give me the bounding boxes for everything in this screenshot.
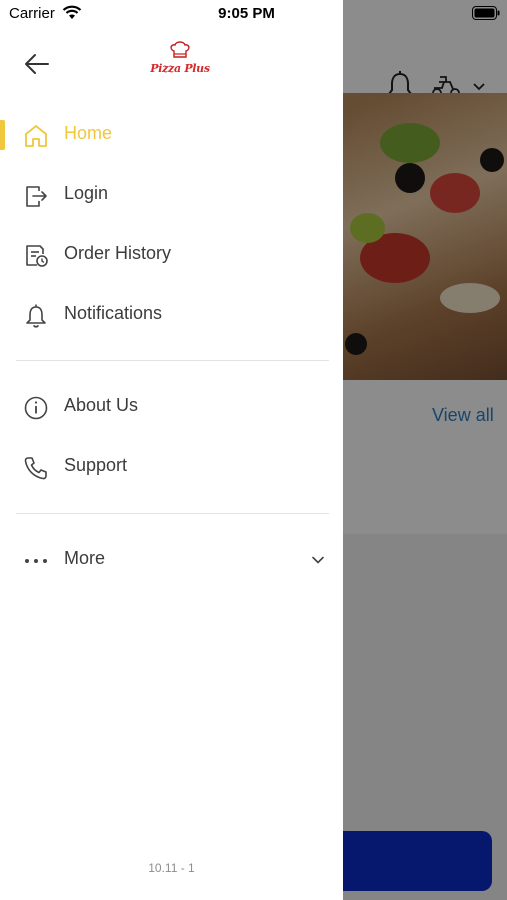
more-dots-icon bbox=[25, 559, 47, 563]
home-icon bbox=[25, 125, 47, 147]
menu-item-order-history[interactable]: Order History bbox=[0, 225, 343, 285]
menu-divider bbox=[16, 513, 329, 514]
menu-item-about-us[interactable]: About Us bbox=[0, 377, 343, 437]
chevron-down-icon[interactable] bbox=[310, 552, 326, 568]
menu-label-notifications: Notifications bbox=[64, 303, 163, 323]
drawer-header: Pizza Plus bbox=[0, 28, 343, 98]
order-history-icon bbox=[26, 245, 48, 267]
phone-icon bbox=[24, 457, 47, 480]
menu-label-about-us: About Us bbox=[64, 395, 139, 415]
battery-icon bbox=[472, 6, 500, 20]
login-icon bbox=[26, 186, 47, 207]
navigation-drawer: Pizza Plus Home Login Order History Noti… bbox=[0, 0, 343, 900]
status-bar: Carrier 9:05 PM bbox=[0, 0, 507, 28]
menu-label-home: Home bbox=[64, 123, 113, 143]
menu-label-order-history: Order History bbox=[64, 243, 172, 263]
status-time: 9:05 PM bbox=[218, 5, 275, 22]
menu-item-support[interactable]: Support bbox=[0, 437, 343, 497]
menu-item-home[interactable]: Home bbox=[0, 105, 343, 165]
menu-label-login: Login bbox=[64, 183, 109, 203]
back-arrow-icon[interactable] bbox=[22, 50, 54, 78]
bell-icon bbox=[26, 304, 46, 328]
menu-item-more[interactable]: More bbox=[0, 530, 343, 590]
menu-item-notifications[interactable]: Notifications bbox=[0, 285, 343, 345]
pizza-plus-logo: Pizza Plus bbox=[150, 41, 210, 81]
menu-label-support: Support bbox=[64, 455, 128, 475]
menu-label-more: More bbox=[64, 548, 106, 568]
menu-item-login[interactable]: Login bbox=[0, 165, 343, 225]
logo-text: Pizza Plus bbox=[150, 62, 210, 75]
chef-hat-icon bbox=[170, 41, 190, 58]
info-icon bbox=[24, 396, 48, 420]
app-version: 10.11 - 1 bbox=[148, 861, 195, 875]
menu-divider bbox=[16, 360, 329, 361]
